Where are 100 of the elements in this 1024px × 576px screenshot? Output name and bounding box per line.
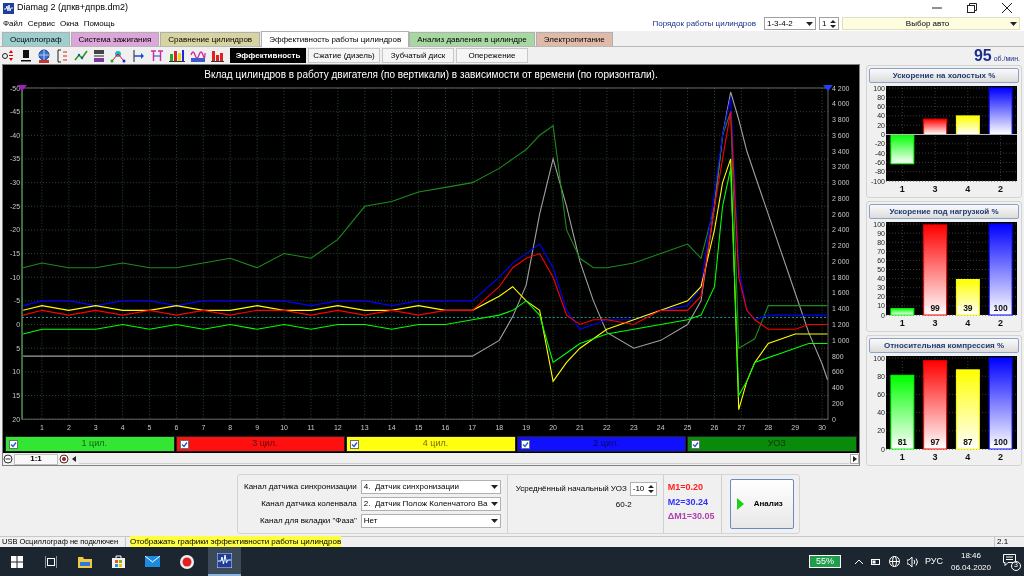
line-graph-icon[interactable] (74, 49, 88, 62)
play-icon (736, 498, 744, 510)
cursor-icon[interactable] (56, 48, 69, 63)
order-dropdown[interactable]: 1-3-4-2 (764, 17, 816, 30)
measurement-text: ΔM1=30.05 (667, 510, 716, 523)
bar-chart-icon[interactable] (211, 48, 224, 63)
legend-label: 2 цил. (592, 437, 620, 451)
menu-item[interactable]: Файл (3, 17, 23, 30)
field-label: Порядок работы цилиндров (652, 17, 756, 30)
globe-icon[interactable] (37, 48, 51, 63)
spinner-field[interactable]: 1 (819, 17, 839, 30)
scroll-right-icon[interactable] (850, 454, 859, 464)
analyze-button[interactable]: Анализ (729, 479, 794, 529)
subtab[interactable]: Опережение (456, 48, 528, 63)
dropdown[interactable]: 2. Датчик Полож Коленчатого Ва (360, 497, 501, 511)
axis-label: 1 (899, 318, 905, 328)
car-dropdown[interactable]: Выбор авто (842, 17, 1020, 30)
axis-label: 3 (932, 184, 938, 194)
zoom-out-icon[interactable] (3, 454, 13, 464)
field-label: Канал датчика коленвала (261, 498, 357, 510)
measurement-text: M1=0.20 (667, 481, 704, 494)
caret-icon (1010, 21, 1017, 26)
close-icon[interactable] (1002, 3, 1012, 13)
notification-icon[interactable] (1003, 553, 1016, 566)
measurement-text: M2=30.24 (667, 495, 709, 509)
clock-time[interactable]: 18:46 (960, 549, 981, 562)
subtab[interactable]: Зубчатый диск (382, 48, 454, 63)
legend-label: 3 цил. (251, 437, 279, 451)
menu-item[interactable]: Помощь (83, 17, 115, 30)
window-title: Diamag 2 (дпкв+дпрв.dm2) (17, 1, 130, 15)
tab[interactable]: Анализ давления в цилиндре (409, 32, 535, 46)
dropdown[interactable]: 4. Датчик синхронизации (360, 480, 501, 494)
section-header[interactable]: Ускорение на холостых % (869, 68, 1019, 83)
split-icon[interactable] (93, 48, 105, 63)
battery-icon[interactable] (870, 558, 881, 565)
mail-icon[interactable] (145, 556, 160, 567)
arrow-right-icon[interactable] (131, 48, 145, 63)
axis-label: 3 (932, 452, 938, 462)
speaker-icon[interactable] (906, 556, 918, 567)
network-icon[interactable] (110, 48, 126, 63)
checkbox[interactable] (350, 439, 360, 449)
task-view-icon[interactable] (45, 555, 57, 568)
axis-label: 2 (998, 452, 1004, 462)
subtab[interactable]: Эффективность (230, 48, 306, 63)
language-indicator[interactable]: РУС (924, 554, 943, 569)
globe-icon[interactable] (888, 556, 900, 567)
zoom-field[interactable]: 1:1 (14, 453, 58, 465)
caret-icon (806, 21, 813, 26)
chevron-up-icon[interactable] (854, 559, 863, 564)
value-label: 87 (963, 437, 973, 447)
tab[interactable]: Осциллограф (2, 32, 70, 46)
status-hint: Отображать графики эффективности работы цилиндров (130, 536, 342, 548)
legend-item[interactable]: 1 цил. (5, 436, 175, 453)
axis-label: 2 (998, 318, 1004, 328)
tab[interactable]: Система зажигания (70, 32, 160, 46)
record-icon[interactable] (59, 454, 69, 464)
legend-label: 1 цил. (80, 437, 108, 451)
spinner-field[interactable]: -10 (629, 482, 657, 496)
field-label: Усреднённый начальный УОЗ (515, 483, 627, 495)
value-label: 97 (930, 437, 940, 447)
axis-label: 3 (932, 318, 938, 328)
legend-label: УОЗ (766, 437, 787, 451)
maximize-icon[interactable] (967, 3, 977, 13)
tab[interactable]: Электропитание (535, 32, 613, 46)
spin-arrows-icon[interactable] (647, 484, 654, 494)
axis-label: 4 (965, 184, 971, 194)
section-header[interactable]: Ускорение под нагрузкой % (869, 204, 1019, 219)
dropdown[interactable]: Нет (360, 514, 501, 528)
windows-icon[interactable] (11, 555, 23, 568)
checkbox[interactable] (691, 439, 701, 449)
subtab[interactable]: Сжатие (дизель) (308, 48, 380, 63)
field-label: Канал датчика синхронизации (244, 481, 357, 493)
plus-minus-icon[interactable] (2, 49, 15, 62)
value-label: 99 (930, 303, 940, 313)
folder-icon[interactable] (78, 555, 92, 568)
menu-item[interactable]: Окна (60, 17, 79, 30)
checkbox[interactable] (520, 439, 530, 449)
bar-chart-icon[interactable] (169, 48, 185, 63)
waveform-icon (217, 553, 232, 568)
menu-item[interactable]: Сервис (27, 17, 56, 30)
checkbox[interactable] (179, 439, 189, 449)
taskbar-app[interactable] (208, 547, 241, 576)
tab[interactable]: Эффективность работы цилиндров (261, 31, 410, 47)
tab[interactable]: Сравнение цилиндров (160, 32, 261, 46)
cursor-marker[interactable] (823, 84, 833, 91)
section-header[interactable]: Относительная компрессия % (869, 338, 1019, 353)
cursor-pair-icon[interactable] (150, 49, 164, 62)
value-label: 100 (993, 437, 1008, 447)
value-label: 39 (963, 303, 973, 313)
clock-date[interactable]: 06.04.2020 (950, 561, 991, 574)
value-label: 100 (993, 303, 1008, 313)
checkbox[interactable] (9, 439, 18, 449)
axis-label: 4 (965, 452, 971, 462)
shopping-bag-icon[interactable] (112, 555, 125, 568)
browser-icon[interactable] (180, 554, 194, 569)
format-icon[interactable] (20, 49, 32, 62)
legend-label: 4 цил. (421, 437, 450, 451)
caret-icon (490, 519, 498, 523)
legend-item[interactable]: 4 цил. (346, 436, 516, 453)
spin-arrows-icon[interactable] (830, 18, 836, 29)
